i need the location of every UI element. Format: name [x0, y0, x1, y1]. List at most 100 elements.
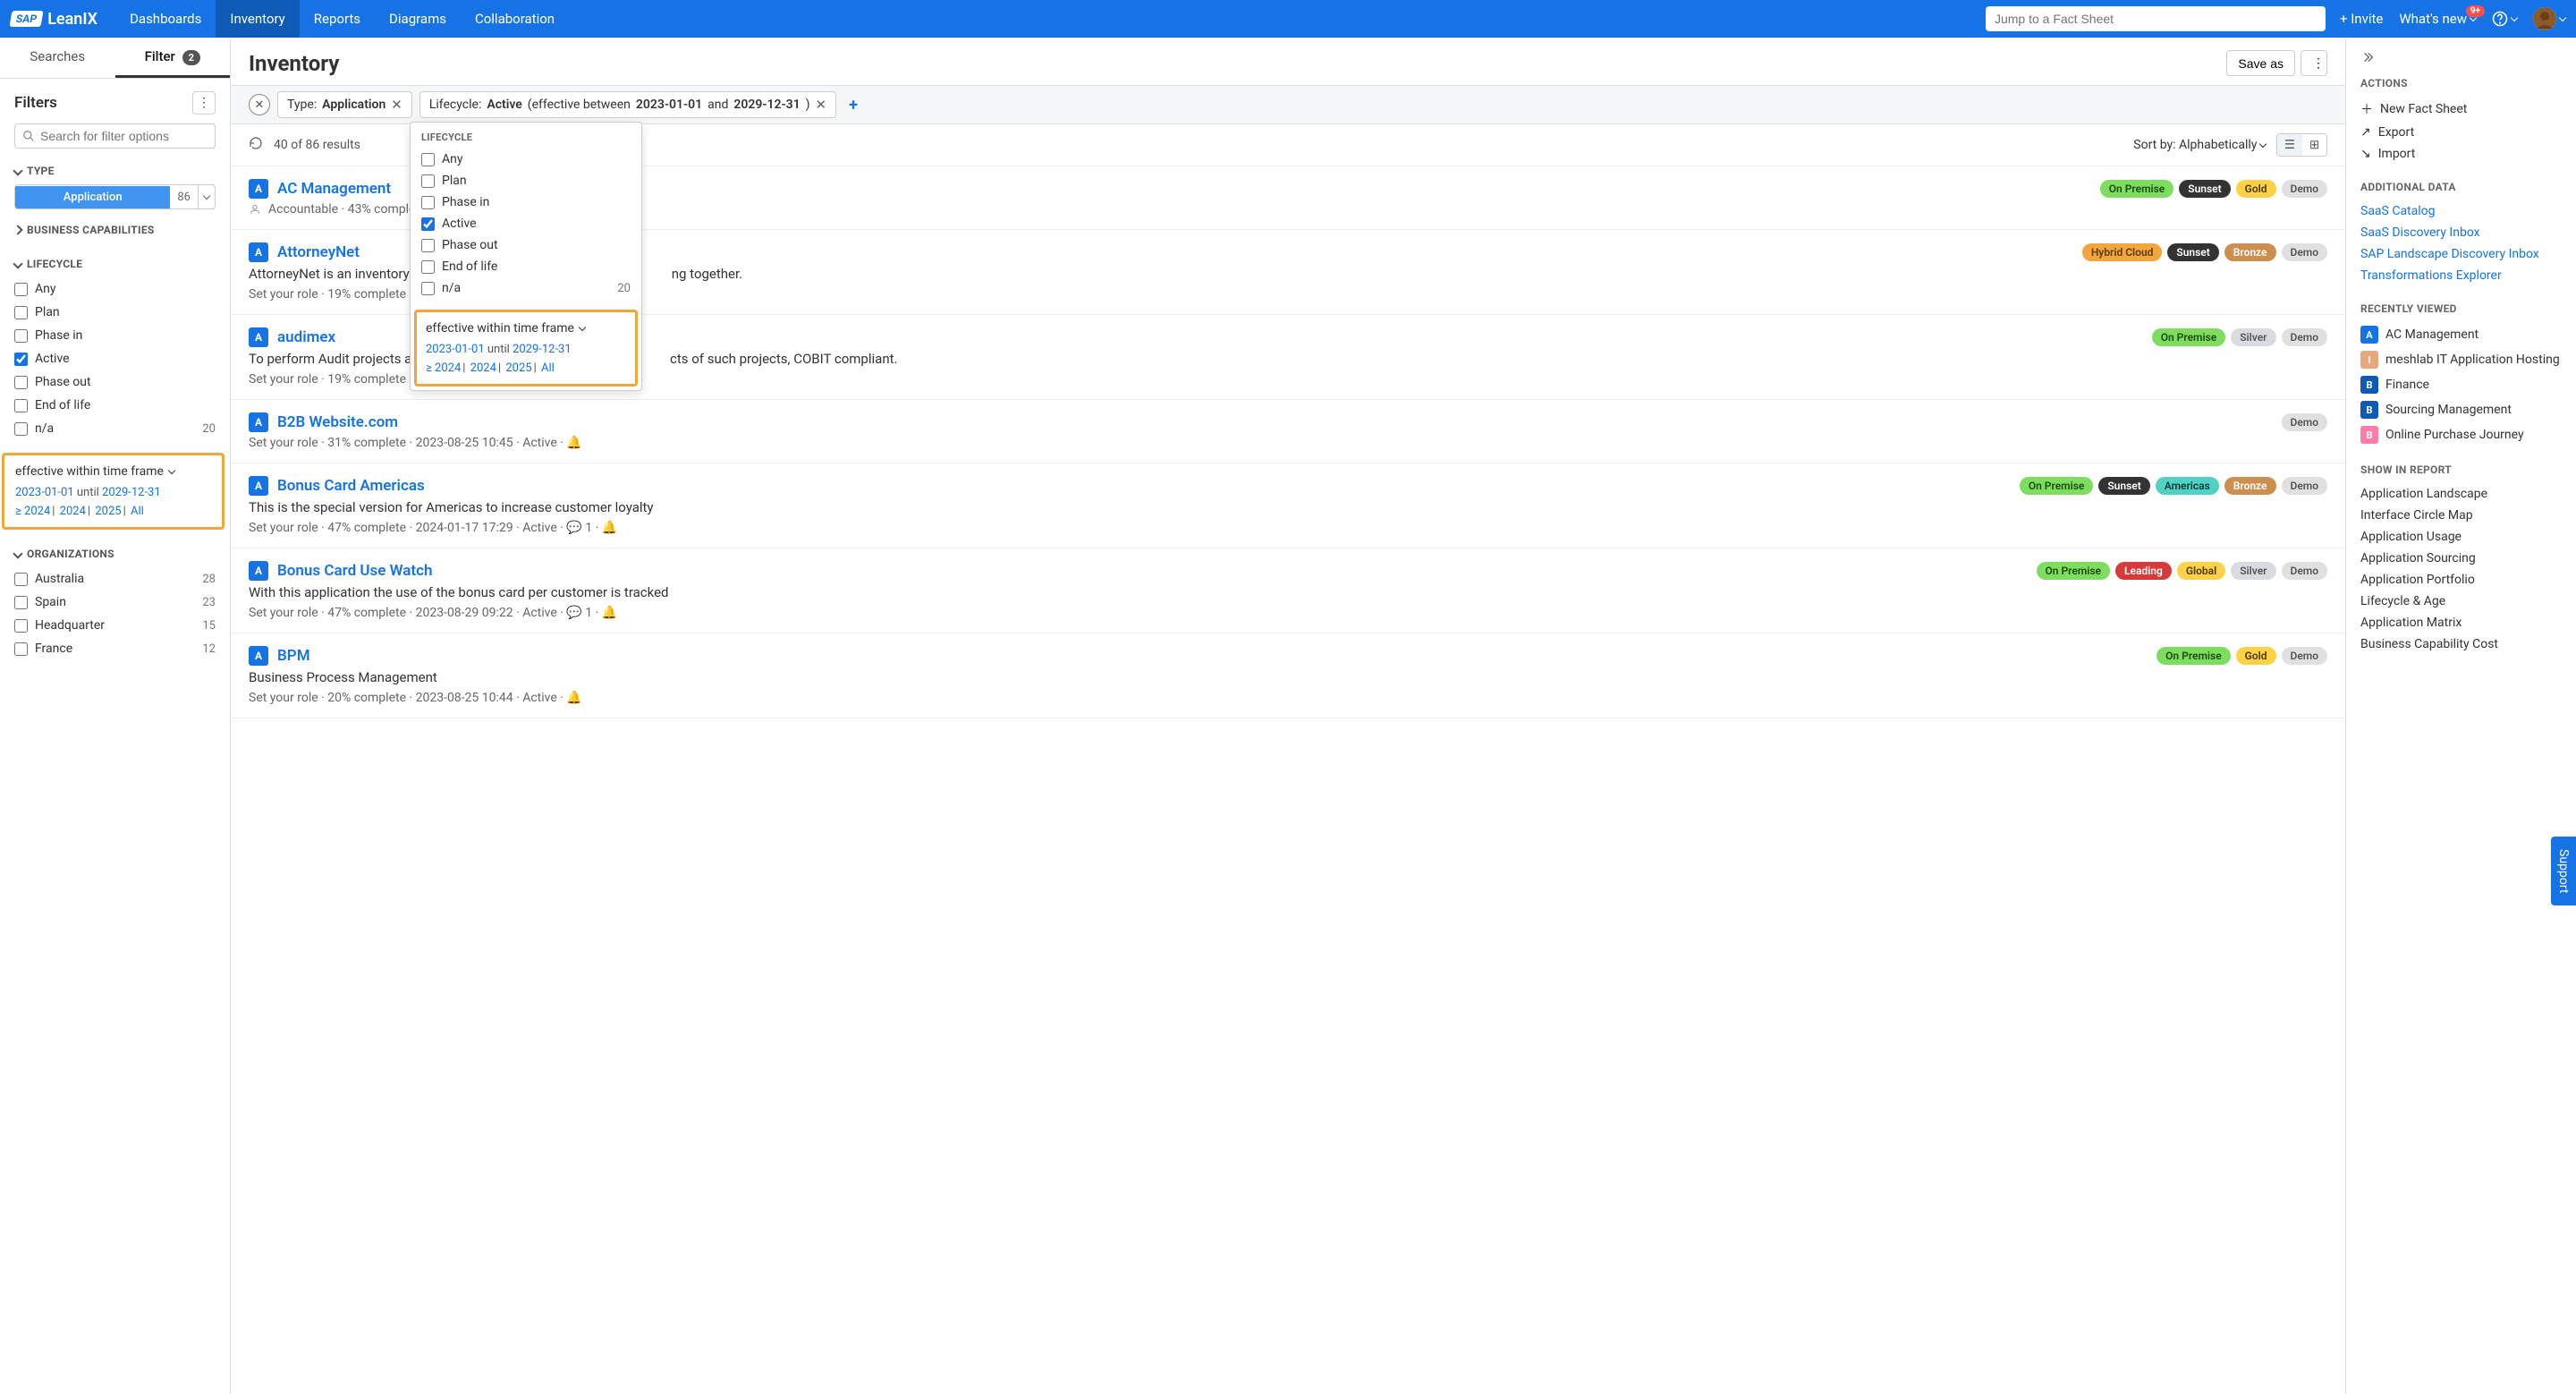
lifecycle-option[interactable]: Active [14, 347, 216, 370]
dd-tf-l2[interactable]: 2024 [470, 361, 496, 375]
chip-type[interactable]: Type: Application ✕ [277, 91, 412, 118]
org-checkbox[interactable] [14, 573, 28, 586]
result-title[interactable]: B2B Website.com [277, 413, 398, 431]
tf-all[interactable]: All [131, 505, 144, 518]
show-report-link[interactable]: Application Matrix [2360, 612, 2562, 633]
show-report-link[interactable]: Interface Circle Map [2360, 505, 2562, 526]
lifecycle-option[interactable]: Phase in [14, 324, 216, 347]
result-title[interactable]: audimex [277, 328, 335, 346]
dd-lifecycle-option[interactable]: Active [421, 213, 631, 234]
tf-to[interactable]: 2029-12-31 [102, 486, 161, 499]
nav-dashboards[interactable]: Dashboards [115, 0, 216, 38]
recent-item[interactable]: BOnline Purchase Journey [2360, 422, 2562, 447]
show-report-link[interactable]: Business Capability Cost [2360, 633, 2562, 655]
invite-button[interactable]: + Invite [2340, 11, 2383, 27]
dd-lifecycle-checkbox[interactable] [421, 217, 435, 231]
show-report-link[interactable]: Application Portfolio [2360, 569, 2562, 591]
type-selector[interactable]: Application 86 [14, 184, 216, 209]
lifecycle-option[interactable]: Plan [14, 301, 216, 324]
nav-collaboration[interactable]: Collaboration [461, 0, 569, 38]
nav-reports[interactable]: Reports [300, 0, 375, 38]
filter-group-orgs-head[interactable]: ORGANIZATIONS [14, 548, 216, 560]
tf-l3[interactable]: 2025 [95, 505, 121, 518]
dd-tf-from[interactable]: 2023-01-01 [426, 343, 485, 356]
recent-item[interactable]: Imeshlab IT Application Hosting [2360, 347, 2562, 372]
tf-l1[interactable]: ≥ 2024 [15, 505, 50, 518]
result-title[interactable]: Bonus Card Use Watch [277, 562, 433, 580]
result-title[interactable]: BPM [277, 647, 310, 665]
action-export[interactable]: ↗Export [2360, 122, 2562, 143]
filter-group-lifecycle-head[interactable]: LIFECYCLE [14, 258, 216, 270]
add-filter-button[interactable]: + [843, 96, 863, 115]
dd-lifecycle-checkbox[interactable] [421, 196, 435, 209]
action-import[interactable]: ↘Import [2360, 143, 2562, 165]
whats-new-button[interactable]: What's new 9+ [2399, 11, 2476, 27]
filter-search-input[interactable] [40, 129, 208, 143]
dd-lifecycle-option[interactable]: Plan [421, 170, 631, 191]
clear-filters-button[interactable]: ✕ [249, 94, 270, 115]
more-button[interactable]: ⋮ [2301, 50, 2327, 76]
lifecycle-option[interactable]: End of life [14, 394, 216, 417]
type-dropdown-toggle[interactable] [198, 185, 215, 208]
tf-from[interactable]: 2023-01-01 [15, 486, 74, 499]
lifecycle-checkbox[interactable] [14, 306, 28, 319]
lifecycle-checkbox[interactable] [14, 399, 28, 412]
dd-lifecycle-checkbox[interactable] [421, 174, 435, 188]
org-checkbox[interactable] [14, 642, 28, 656]
view-list-button[interactable]: ☰ [2277, 134, 2302, 156]
result-title[interactable]: AC Management [277, 180, 391, 198]
lifecycle-checkbox[interactable] [14, 353, 28, 366]
lifecycle-option[interactable]: Phase out [14, 370, 216, 394]
filter-group-bizcap-head[interactable]: BUSINESS CAPABILITIES [14, 224, 216, 236]
dd-lifecycle-option[interactable]: Phase out [421, 234, 631, 256]
collapse-right-panel[interactable] [2360, 50, 2562, 64]
org-option[interactable]: Headquarter15 [14, 614, 216, 637]
action-new-factsheet[interactable]: ＋New Fact Sheet [2360, 97, 2562, 122]
user-menu[interactable] [2533, 7, 2565, 30]
org-option[interactable]: France12 [14, 637, 216, 660]
org-option[interactable]: Australia28 [14, 567, 216, 591]
result-title[interactable]: AttorneyNet [277, 243, 360, 261]
global-search-input[interactable] [1986, 6, 2326, 31]
result-title[interactable]: Bonus Card Americas [277, 477, 425, 495]
support-tab[interactable]: Support [2551, 837, 2576, 905]
chip-lifecycle-remove[interactable]: ✕ [816, 97, 827, 113]
nav-diagrams[interactable]: Diagrams [375, 0, 461, 38]
recent-item[interactable]: BSourcing Management [2360, 397, 2562, 422]
tab-filter[interactable]: Filter 2 [115, 38, 231, 78]
addl-link[interactable]: Transformations Explorer [2360, 265, 2562, 286]
show-report-link[interactable]: Application Sourcing [2360, 548, 2562, 569]
timeframe-head[interactable]: effective within time frame [15, 464, 211, 479]
dd-lifecycle-checkbox[interactable] [421, 282, 435, 295]
tf-l2[interactable]: 2024 [60, 505, 86, 518]
dd-tf-l1[interactable]: ≥ 2024 [426, 361, 461, 375]
lifecycle-checkbox[interactable] [14, 422, 28, 436]
dd-timeframe-head[interactable]: effective within time frame [426, 321, 626, 336]
org-checkbox[interactable] [14, 619, 28, 633]
recent-item[interactable]: AAC Management [2360, 322, 2562, 347]
lifecycle-checkbox[interactable] [14, 376, 28, 389]
nav-inventory[interactable]: Inventory [216, 0, 299, 38]
dd-lifecycle-option[interactable]: n/a20 [421, 277, 631, 299]
dd-tf-all[interactable]: All [541, 361, 555, 375]
lifecycle-checkbox[interactable] [14, 329, 28, 343]
dd-lifecycle-checkbox[interactable] [421, 153, 435, 166]
dd-lifecycle-option[interactable]: Any [421, 149, 631, 170]
dd-lifecycle-option[interactable]: End of life [421, 256, 631, 277]
tab-searches[interactable]: Searches [0, 38, 115, 78]
show-report-link[interactable]: Application Usage [2360, 526, 2562, 548]
save-as-button[interactable]: Save as [2226, 50, 2295, 76]
lifecycle-checkbox[interactable] [14, 283, 28, 296]
help-button[interactable] [2492, 11, 2517, 27]
recent-item[interactable]: BFinance [2360, 372, 2562, 397]
view-grid-button[interactable]: ⊞ [2302, 134, 2326, 156]
chip-lifecycle[interactable]: Lifecycle: Active (effective between 202… [419, 91, 836, 118]
filters-more-button[interactable]: ⋮ [192, 91, 216, 115]
org-option[interactable]: Spain23 [14, 591, 216, 614]
addl-link[interactable]: SAP Landscape Discovery Inbox [2360, 243, 2562, 265]
org-checkbox[interactable] [14, 596, 28, 609]
sort-dropdown[interactable]: Sort by: Alphabetically [2133, 138, 2266, 152]
dd-tf-l3[interactable]: 2025 [505, 361, 531, 375]
dd-tf-to[interactable]: 2029-12-31 [513, 343, 572, 356]
dd-lifecycle-option[interactable]: Phase in [421, 191, 631, 213]
